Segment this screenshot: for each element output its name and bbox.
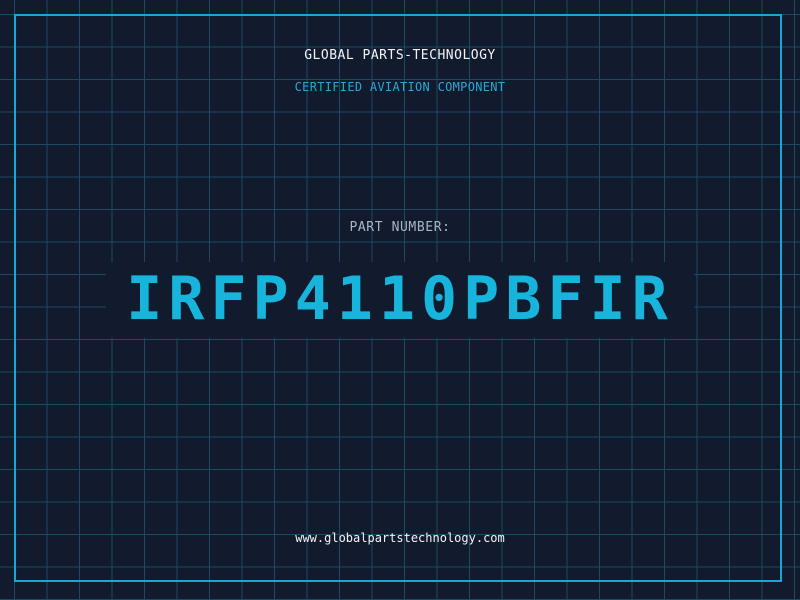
label-card: GLOBAL PARTS-TECHNOLOGY CERTIFIED AVIATI… [0, 0, 800, 600]
part-number-value: IRFP4110PBFIR [126, 264, 674, 334]
website-url: www.globalpartstechnology.com [295, 531, 505, 545]
company-name: GLOBAL PARTS-TECHNOLOGY [304, 48, 496, 63]
part-number-label: PART NUMBER: [349, 220, 451, 235]
certification-tagline: CERTIFIED AVIATION COMPONENT [294, 80, 506, 94]
